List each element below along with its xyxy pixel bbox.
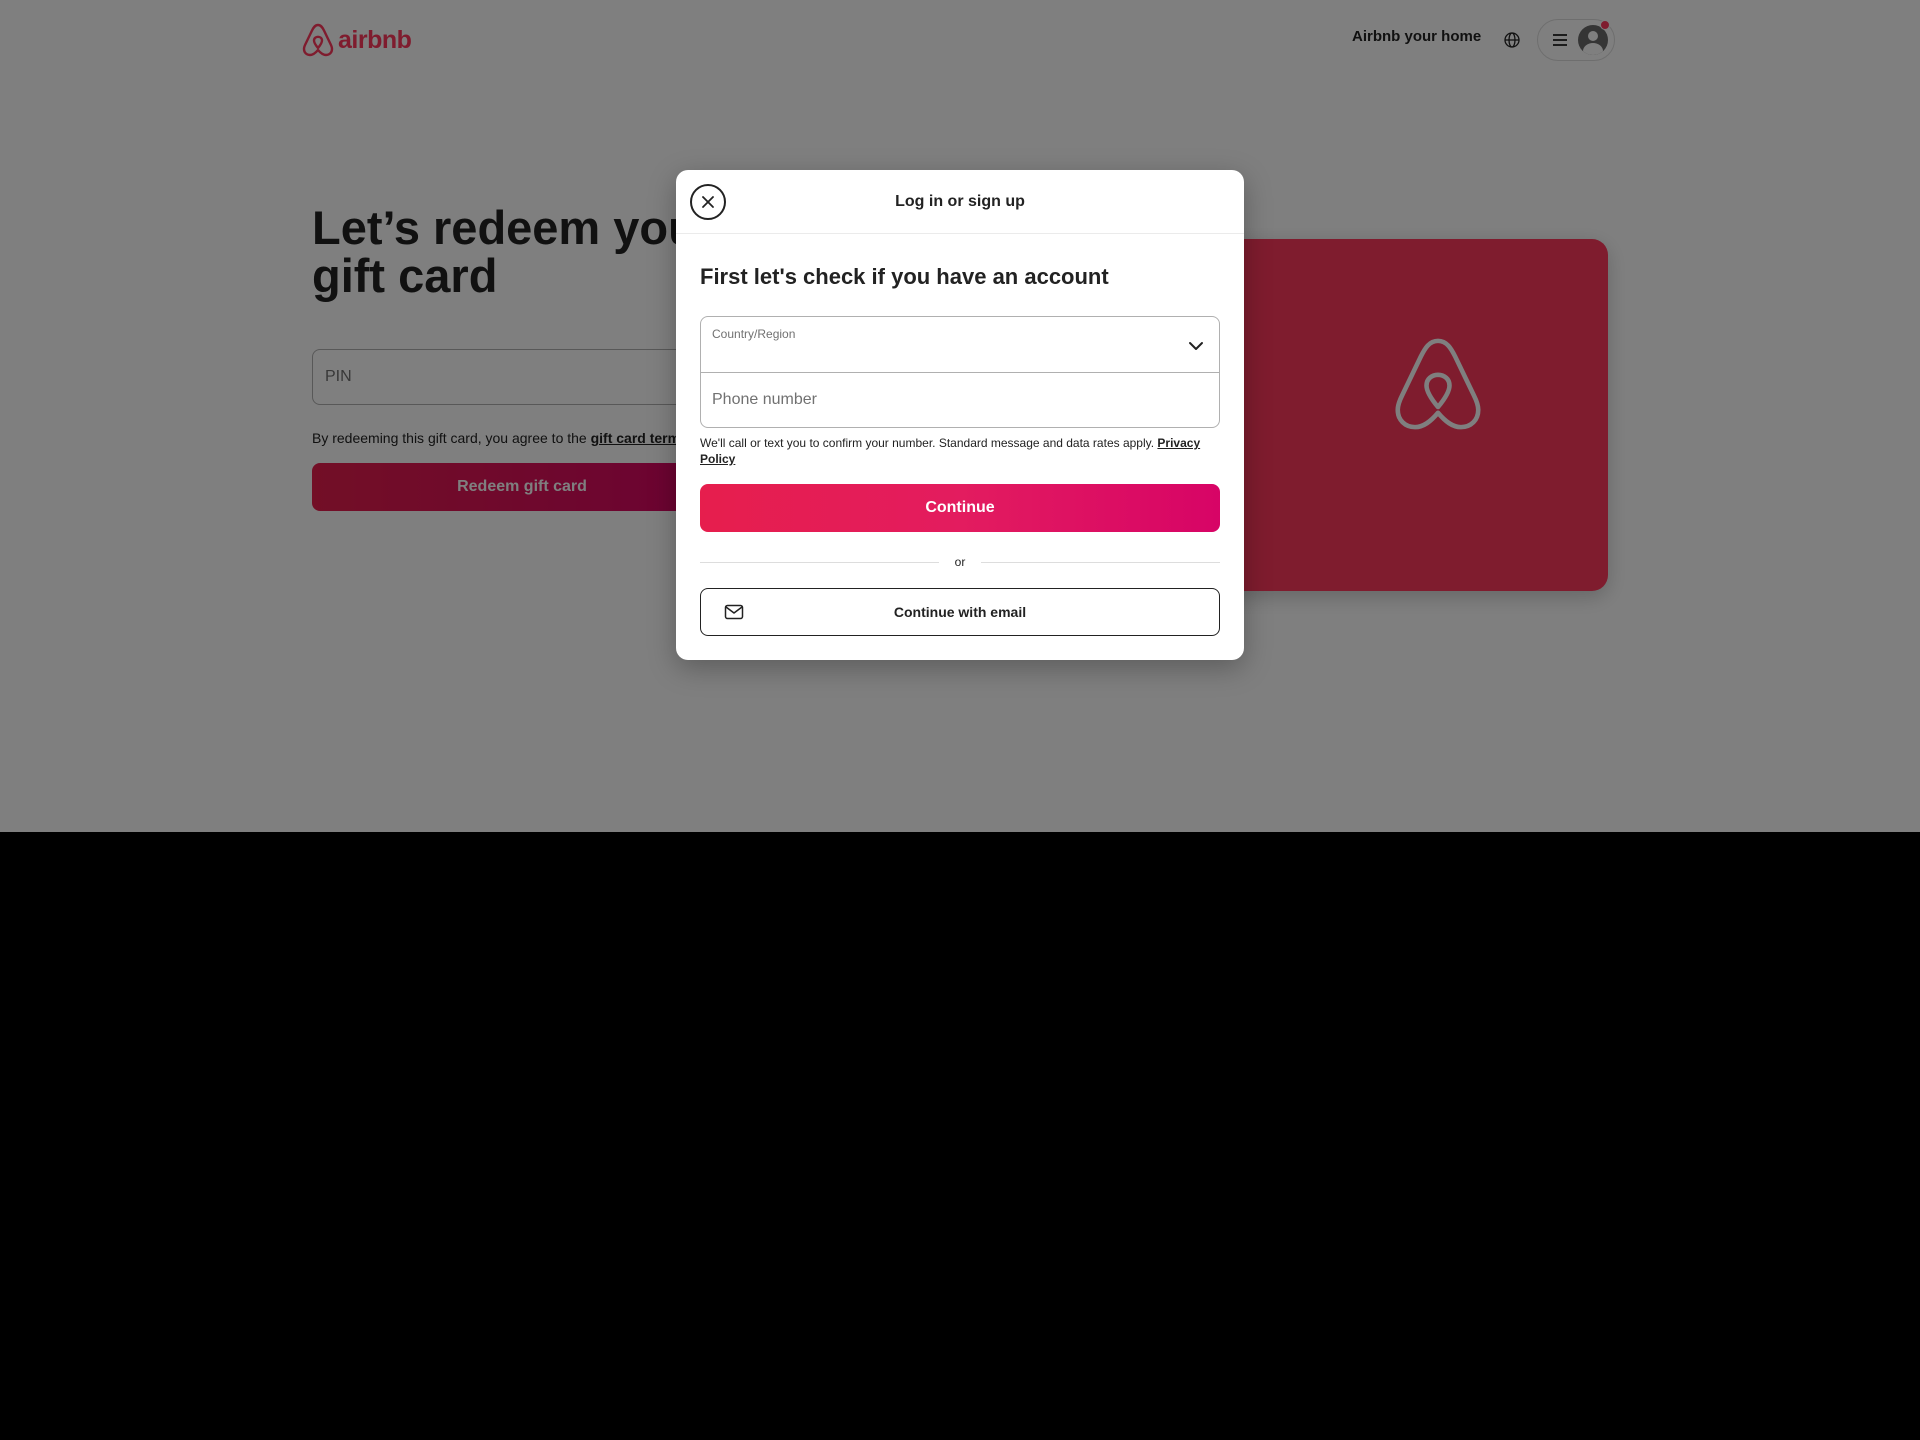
phone-field-group: Country/Region — [700, 316, 1220, 428]
chevron-down-icon — [1189, 342, 1203, 350]
divider-line — [700, 561, 939, 563]
envelope-icon — [724, 604, 744, 620]
country-region-label: Country/Region — [712, 327, 796, 341]
divider-line — [981, 561, 1221, 563]
continue-with-email-label: Continue with email — [893, 604, 1027, 620]
login-signup-modal: Log in or sign up First let's check if y… — [676, 170, 1244, 660]
country-region-select[interactable]: Country/Region — [701, 317, 1219, 373]
browser-viewport: airbnb Airbnb your home Let’s redee — [0, 0, 1920, 832]
close-icon — [702, 196, 714, 208]
disclaimer-text: We'll call or text you to confirm your n… — [700, 436, 1158, 450]
or-divider: or — [700, 554, 1221, 570]
phone-number-input[interactable] — [701, 373, 1219, 427]
modal-header: Log in or sign up — [676, 170, 1244, 234]
phone-disclaimer: We'll call or text you to confirm your n… — [700, 435, 1220, 467]
modal-heading: First let's check if you have an account — [700, 264, 1109, 289]
modal-title: Log in or sign up — [895, 192, 1025, 210]
continue-button[interactable]: Continue — [700, 484, 1220, 532]
continue-with-email-button[interactable]: Continue with email — [700, 588, 1220, 636]
divider-text: or — [954, 555, 966, 569]
close-button[interactable] — [690, 184, 726, 220]
